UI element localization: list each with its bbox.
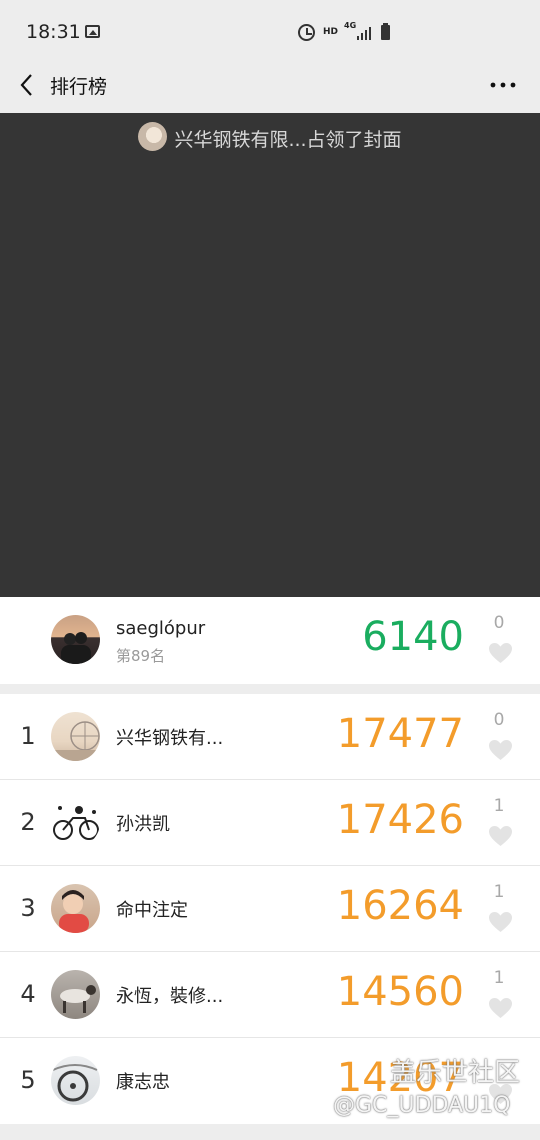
like-count: 1	[493, 796, 505, 816]
ranking-row[interactable]: 4 永恆，裝修... 14560 1	[0, 952, 540, 1038]
watermark-title: 盖乐世社区	[390, 1058, 521, 1088]
cover-area[interactable]: 兴华钢铁有限...占领了封面	[0, 113, 540, 597]
cover-caption: 兴华钢铁有限...占领了封面	[0, 122, 540, 153]
user-name: 命中注定	[116, 900, 188, 921]
avatar	[51, 970, 100, 1019]
rank-number: 1	[20, 722, 36, 750]
cover-caption-text: 兴华钢铁有限...占领了封面	[174, 129, 402, 151]
like-count: 1	[493, 968, 505, 988]
rank-number: 5	[20, 1066, 36, 1094]
network-label: 4G	[344, 21, 357, 30]
avatar	[51, 1056, 100, 1105]
rank-number: 4	[20, 980, 36, 1008]
avatar	[51, 712, 100, 761]
back-icon[interactable]	[18, 72, 40, 98]
status-icons: HD 4G	[298, 21, 398, 44]
hd-label: HD	[323, 27, 339, 37]
gallery-icon	[85, 25, 100, 38]
ranking-row[interactable]: 3 命中注定 16264 1	[0, 866, 540, 952]
step-count: 17477	[336, 711, 464, 757]
user-name: 兴华钢铁有...	[116, 728, 224, 749]
avatar	[51, 798, 100, 847]
my-name: saeglópur	[116, 618, 206, 639]
page-title: 排行榜	[50, 76, 108, 98]
cover-owner-avatar	[138, 122, 168, 151]
like-count: 0	[493, 710, 505, 730]
like-count: 0	[493, 613, 505, 633]
my-rank: 第89名	[116, 647, 166, 665]
nav-bar: 排行榜	[0, 58, 540, 113]
user-name: 康志忠	[116, 1072, 170, 1093]
heart-icon[interactable]	[488, 739, 513, 761]
battery-icon	[381, 23, 390, 40]
step-count: 14560	[336, 969, 464, 1015]
avatar	[51, 615, 100, 664]
my-entry-card[interactable]: saeglópur 第89名 6140 0	[0, 597, 540, 684]
status-bar: 18:31 HD 4G	[0, 0, 540, 58]
ranking-row[interactable]: 1 兴华钢铁有... 17477 0	[0, 694, 540, 780]
heart-icon[interactable]	[488, 911, 513, 933]
user-name: 永恆，裝修...	[116, 986, 224, 1007]
ranking-row[interactable]: 2 孙洪凯 17426 1	[0, 780, 540, 866]
heart-icon[interactable]	[488, 997, 513, 1019]
step-count: 17426	[336, 797, 464, 843]
watermark-handle: @GC_UDDAU1Q	[333, 1093, 511, 1118]
user-name: 孙洪凯	[116, 814, 170, 835]
step-count: 16264	[336, 883, 464, 929]
signal-icon	[357, 26, 373, 40]
my-steps: 6140	[362, 614, 464, 660]
rank-number: 3	[20, 894, 36, 922]
section-divider	[0, 684, 540, 694]
heart-icon[interactable]	[488, 642, 513, 664]
like-count: 1	[493, 882, 505, 902]
heart-icon[interactable]	[488, 825, 513, 847]
more-icon[interactable]	[488, 72, 518, 98]
avatar	[51, 884, 100, 933]
alarm-icon	[298, 24, 315, 41]
status-time: 18:31	[26, 21, 81, 43]
rank-number: 2	[20, 808, 36, 836]
